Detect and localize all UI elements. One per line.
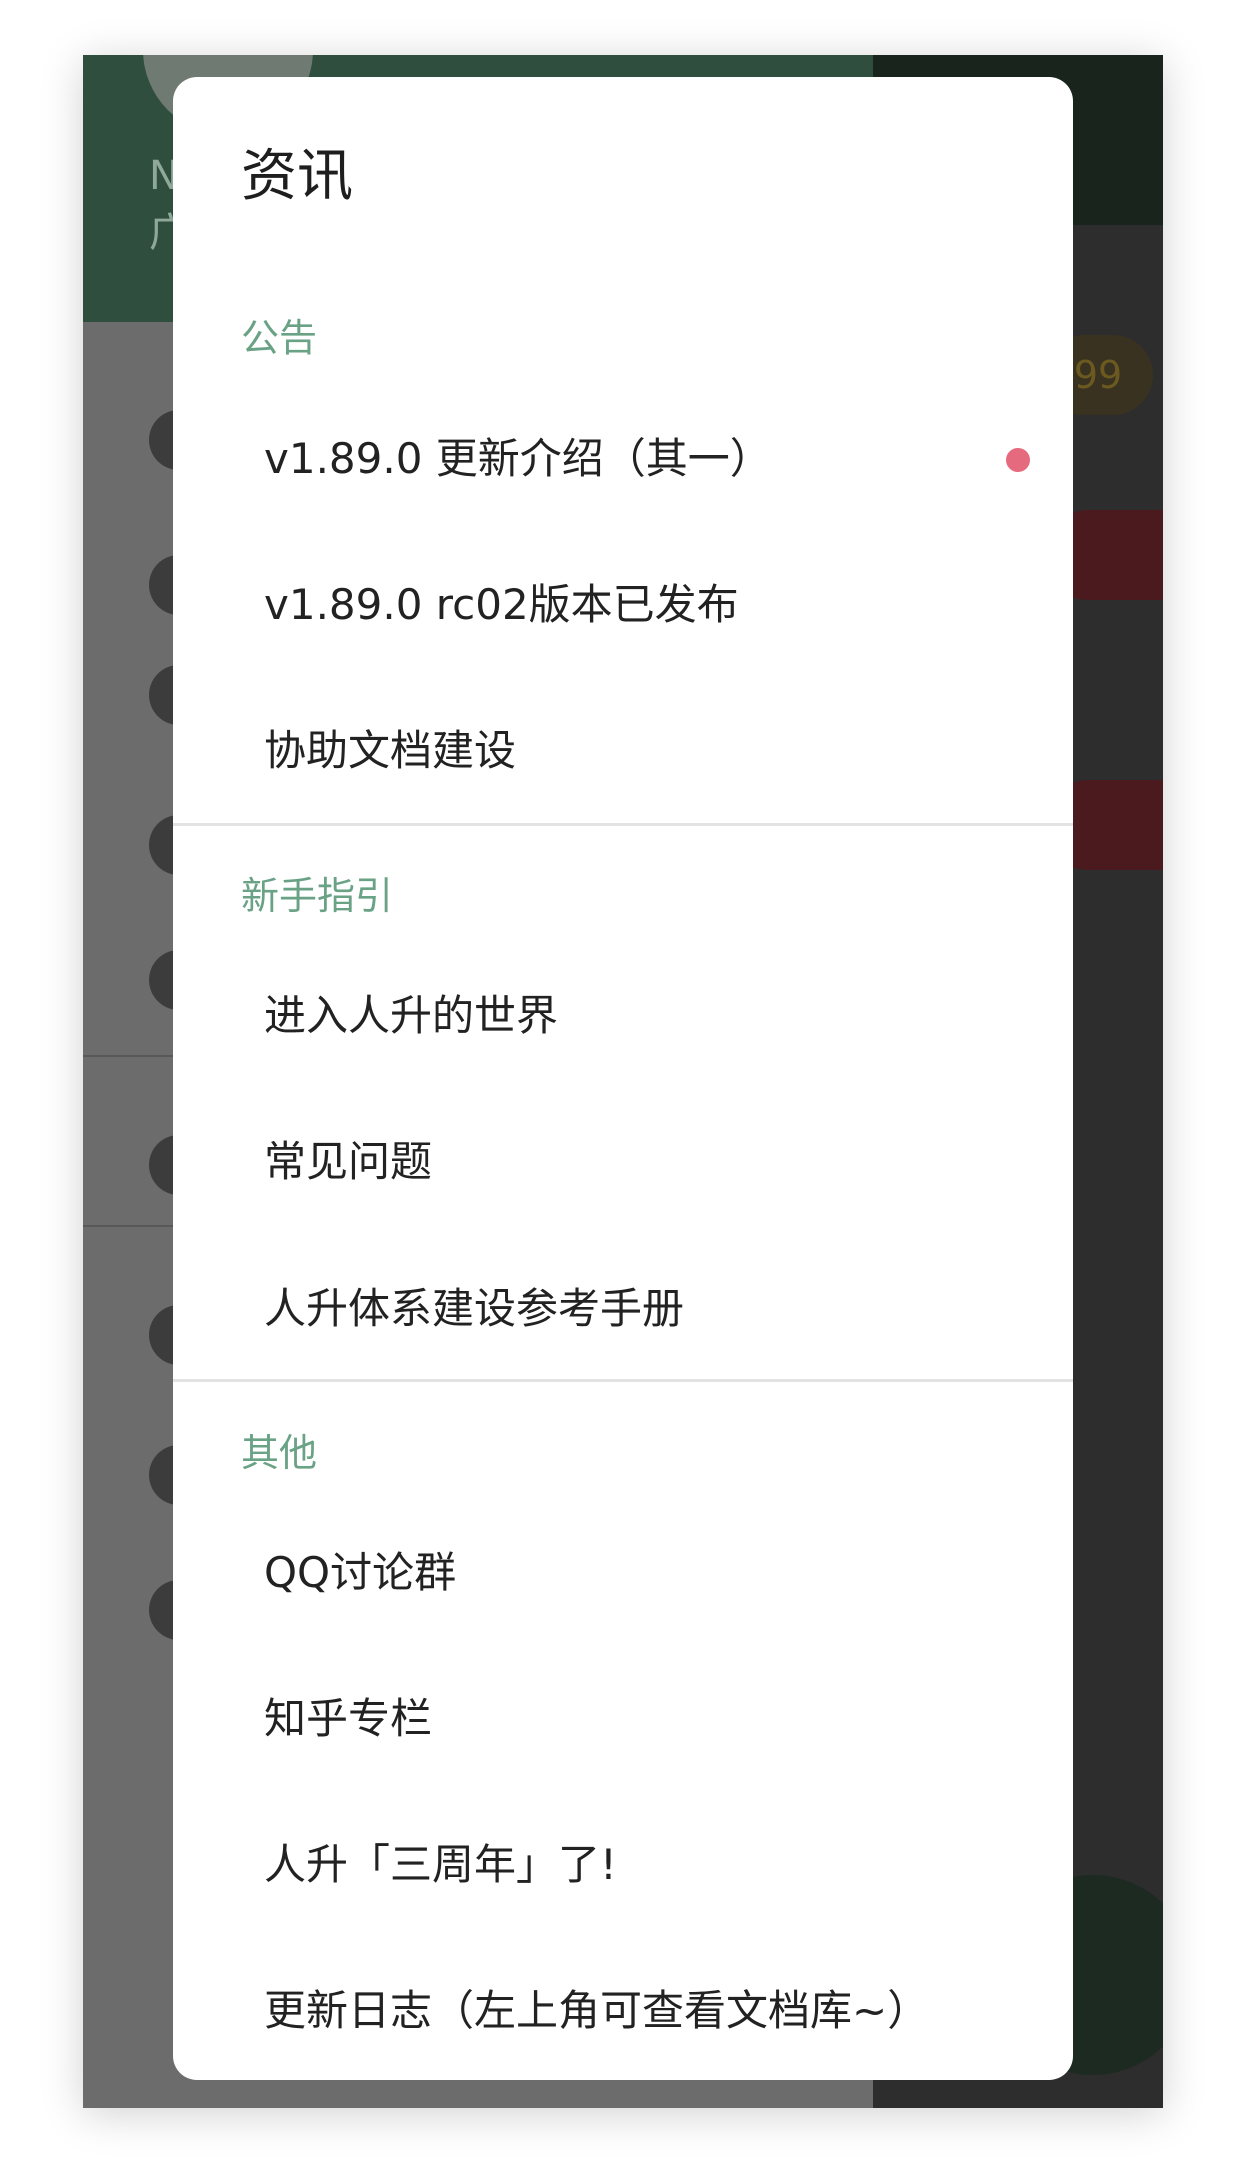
section-header-announcements: 公告 <box>241 316 318 360</box>
section-header-other: 其他 <box>241 1431 318 1475</box>
section-divider <box>173 1379 1073 1382</box>
news-item-label: v1.89.0 更新介绍（其一） <box>264 434 772 483</box>
other-item-label: 更新日志（左上角可查看文档库~） <box>264 1986 930 2035</box>
guide-item[interactable]: 进入人升的世界 <box>173 944 1073 1090</box>
guide-item-label: 常见问题 <box>264 1137 433 1186</box>
news-item-label: 协助文档建设 <box>264 726 517 775</box>
other-item[interactable]: 知乎专栏 <box>173 1647 1073 1793</box>
other-item-label: 知乎专栏 <box>264 1694 433 1743</box>
news-dialog: 资讯 公告 v1.89.0 更新介绍（其一） v1.89.0 rc02版本已发布… <box>173 77 1073 2080</box>
guide-item[interactable]: 人升体系建设参考手册 <box>173 1237 1073 1383</box>
section-header-guide: 新手指引 <box>241 874 394 918</box>
guide-item[interactable]: 常见问题 <box>173 1090 1073 1236</box>
news-item[interactable]: 协助文档建设 <box>173 679 1073 825</box>
other-item[interactable]: QQ讨论群 <box>173 1501 1073 1647</box>
section-divider <box>173 823 1073 826</box>
other-item-label: QQ讨论群 <box>264 1548 457 1597</box>
unread-dot-icon <box>1006 448 1030 472</box>
guide-item-label: 进入人升的世界 <box>264 991 559 1040</box>
guide-item-label: 人升体系建设参考手册 <box>264 1284 685 1333</box>
other-item[interactable]: 人升「三周年」了! <box>173 1793 1073 1939</box>
dialog-title: 资讯 <box>241 144 353 209</box>
other-item-label: 人升「三周年」了! <box>264 1840 617 1889</box>
news-item[interactable]: v1.89.0 rc02版本已发布 <box>173 533 1073 679</box>
other-item[interactable]: 更新日志（左上角可查看文档库~） <box>173 1939 1073 2080</box>
news-item[interactable]: v1.89.0 更新介绍（其一） <box>173 387 1073 533</box>
news-item-label: v1.89.0 rc02版本已发布 <box>264 580 739 629</box>
